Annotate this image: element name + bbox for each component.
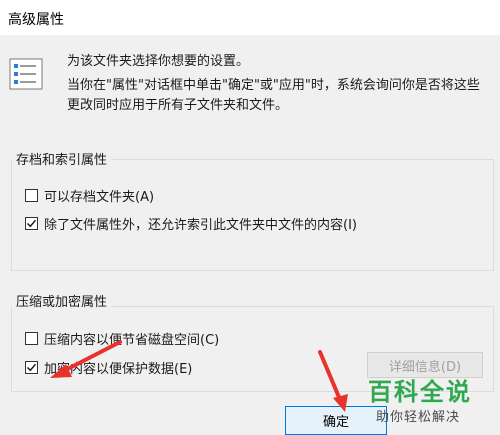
settings-list-icon: [9, 58, 43, 90]
window-title: 高级属性: [8, 12, 64, 28]
watermark-title: 百科全说: [368, 378, 472, 406]
watermark-subtitle: 助你轻松解决: [376, 410, 461, 425]
archive-index-group-label: 存档和索引属性: [12, 149, 112, 168]
compress-option[interactable]: 压缩内容以便节省磁盘空间(C): [25, 329, 219, 348]
index-content-checkbox[interactable]: [25, 217, 38, 230]
intro-text: 为该文件夹选择你想要的设置。 当你在"属性"对话框中单击"确定"或"应用"时，系…: [67, 52, 492, 116]
compress-encrypt-group-label: 压缩或加密属性: [12, 291, 112, 310]
encrypt-label: 加密内容以便保护数据(E): [44, 362, 193, 377]
encrypt-checkbox[interactable]: [25, 361, 38, 374]
checkmark-icon: [26, 219, 37, 228]
encrypt-option[interactable]: 加密内容以便保护数据(E): [25, 358, 192, 377]
intro-line-2: 当你在"属性"对话框中单击"确定"或"应用"时，系统会询问你是否将这些更改同时应…: [67, 78, 480, 113]
archive-folder-checkbox[interactable]: [25, 189, 38, 202]
intro-line-1: 为该文件夹选择你想要的设置。: [67, 54, 250, 69]
index-content-option[interactable]: 除了文件属性外，还允许索引此文件夹中文件的内容(I): [25, 214, 357, 233]
watermark: 百科全说 助你轻松解决: [368, 372, 488, 427]
archive-folder-label: 可以存档文件夹(A): [44, 190, 155, 205]
checkmark-icon: [26, 363, 37, 372]
index-content-label: 除了文件属性外，还允许索引此文件夹中文件的内容(I): [44, 218, 357, 233]
archive-folder-option[interactable]: 可以存档文件夹(A): [25, 186, 154, 205]
compress-label: 压缩内容以便节省磁盘空间(C): [44, 333, 220, 348]
compress-checkbox[interactable]: [25, 332, 38, 345]
title-bar: 高级属性: [0, 0, 500, 36]
